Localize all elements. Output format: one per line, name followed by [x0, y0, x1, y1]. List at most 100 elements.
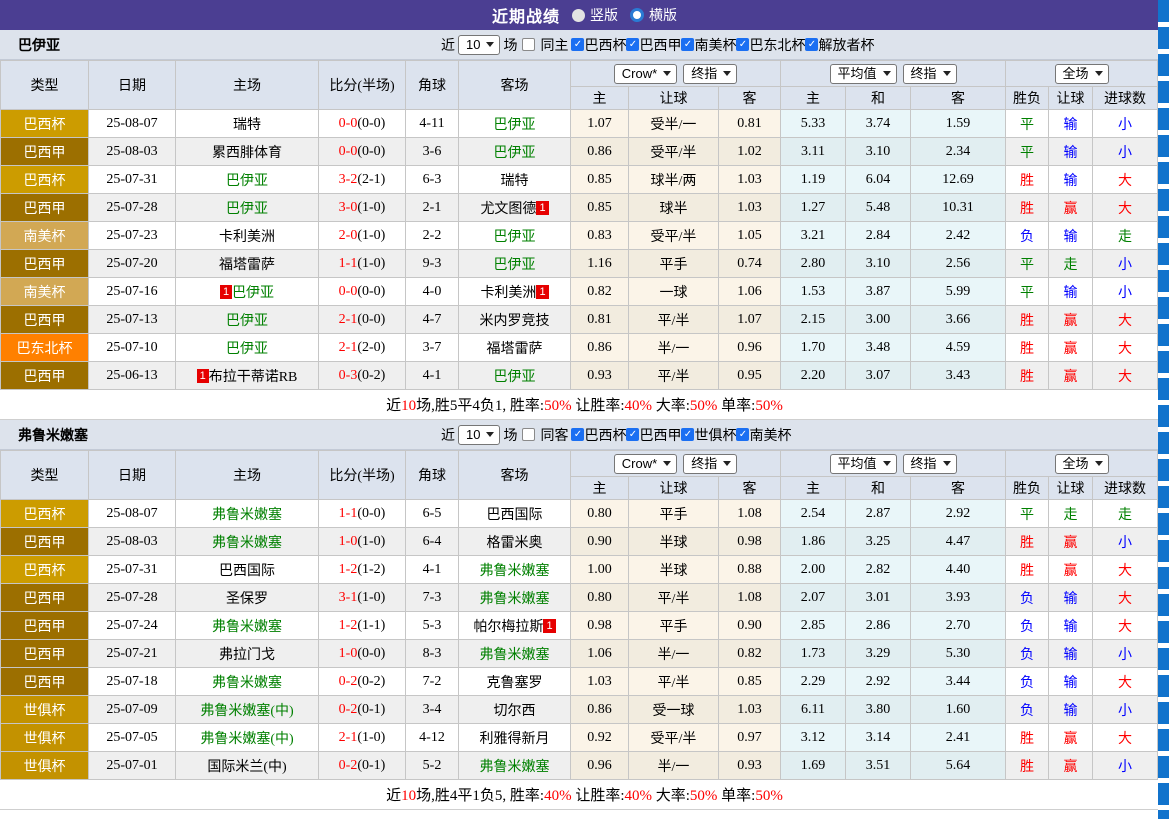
avg-time-select[interactable]: 终指 [903, 64, 957, 84]
radio-selected-icon[interactable] [572, 9, 585, 22]
avg-draw: 2.87 [846, 500, 911, 528]
col-header-away: 客场 [459, 61, 571, 110]
avg-draw: 3.25 [846, 528, 911, 556]
avg-away: 2.42 [911, 222, 1006, 250]
col-header-score: 比分(半场) [319, 451, 406, 500]
avg-away: 5.30 [911, 640, 1006, 668]
match-date: 25-08-07 [89, 500, 176, 528]
league-checkbox[interactable]: ✓ [626, 428, 639, 441]
result-outcome: 平 [1006, 138, 1049, 166]
home-team: 弗鲁米嫩塞 [176, 668, 319, 696]
league-checkbox[interactable]: ✓ [571, 428, 584, 441]
avg-away: 2.92 [911, 500, 1006, 528]
match-date: 25-07-21 [89, 640, 176, 668]
odds-away: 1.05 [719, 222, 781, 250]
league-checkbox[interactable]: ✓ [681, 428, 694, 441]
odds-time-value: 终指 [691, 456, 717, 472]
result-goals: 小 [1093, 138, 1158, 166]
odds-handicap: 半/一 [629, 640, 719, 668]
filters: 近 10 场 同主 ✓巴西杯 ✓巴西甲 ✓南美杯 ✓巴东北杯 ✓解放者杯 [438, 30, 874, 59]
team-name: 卡利美洲 [480, 286, 536, 301]
home-team: 弗拉门戈 [176, 640, 319, 668]
scope-select[interactable]: 全场 [1055, 64, 1109, 84]
team-name: 巴西国际 [487, 508, 543, 523]
league-type-badge: 巴西甲 [1, 306, 89, 334]
league-checkbox[interactable]: ✓ [626, 38, 639, 51]
odds-handicap: 球半/两 [629, 166, 719, 194]
score: 1-0(0-0) [319, 640, 406, 668]
same-venue-checkbox[interactable] [522, 428, 535, 441]
home-team: 累西腓体育 [176, 138, 319, 166]
result-outcome: 胜 [1006, 362, 1049, 390]
team-name: 弗鲁米嫩塞 [480, 564, 550, 579]
col-header-result-goals: 进球数 [1093, 87, 1158, 110]
avg-away: 1.59 [911, 110, 1006, 138]
odds-time-select[interactable]: 终指 [683, 64, 737, 84]
odds-group-header: Crow* 终指 [571, 451, 781, 477]
match-count-select[interactable]: 10 [458, 425, 500, 445]
match-row: 巴东北杯 25-07-10 巴伊亚 2-1(2-0) 3-7 福塔雷萨 0.86… [1, 334, 1158, 362]
summary-stat-value: 40% [625, 788, 653, 804]
col-header-type: 类型 [1, 451, 89, 500]
team-name: 福塔雷萨 [487, 342, 543, 357]
layout-option-horizontal[interactable]: 横版 [630, 5, 677, 25]
score-fulltime: 1-1 [339, 256, 358, 271]
score: 0-3(0-2) [319, 362, 406, 390]
corner-score: 4-11 [406, 110, 459, 138]
summary-stat-label: 近 [386, 398, 401, 414]
home-team: 卡利美洲 [176, 222, 319, 250]
score-halftime: (0-2) [357, 368, 385, 383]
corner-score: 3-4 [406, 696, 459, 724]
col-header-avg-away: 客 [911, 477, 1006, 500]
result-goals: 小 [1093, 752, 1158, 780]
avg-time-select[interactable]: 终指 [903, 454, 957, 474]
team-name: 米内罗竞技 [480, 314, 550, 329]
team-name: 弗鲁米嫩塞 [212, 536, 282, 551]
avg-select[interactable]: 平均值 [830, 64, 897, 84]
home-team: 巴伊亚 [176, 194, 319, 222]
home-team: 巴西国际 [176, 556, 319, 584]
score: 3-0(1-0) [319, 194, 406, 222]
odds-away: 0.97 [719, 724, 781, 752]
chevron-down-icon [486, 432, 494, 437]
odds-away: 1.03 [719, 194, 781, 222]
radio-unselected-icon[interactable] [630, 8, 644, 22]
col-header-odds-handicap: 让球 [629, 87, 719, 110]
match-row: 巴西杯 25-07-31 巴伊亚 3-2(2-1) 6-3 瑞特 0.85 球半… [1, 166, 1158, 194]
odds-home: 1.16 [571, 250, 629, 278]
result-outcome: 胜 [1006, 528, 1049, 556]
avg-away: 3.43 [911, 362, 1006, 390]
avg-away: 5.99 [911, 278, 1006, 306]
scope-select[interactable]: 全场 [1055, 454, 1109, 474]
match-row: 巴西甲 25-08-03 弗鲁米嫩塞 1-0(1-0) 6-4 格雷米奥 0.9… [1, 528, 1158, 556]
odds-time-select[interactable]: 终指 [683, 454, 737, 474]
same-venue-checkbox[interactable] [522, 38, 535, 51]
league-checkbox[interactable]: ✓ [805, 38, 818, 51]
league-checkbox-label: 巴东北杯 [749, 35, 805, 55]
scope-value: 全场 [1063, 66, 1089, 82]
match-count-select[interactable]: 10 [458, 35, 500, 55]
chevron-down-icon [883, 71, 891, 76]
league-type-badge: 世俱杯 [1, 752, 89, 780]
league-checkbox[interactable]: ✓ [681, 38, 694, 51]
result-outcome: 负 [1006, 584, 1049, 612]
avg-draw: 3.01 [846, 584, 911, 612]
right-scrollbar[interactable] [1158, 0, 1169, 819]
corner-score: 4-1 [406, 556, 459, 584]
league-checkbox[interactable]: ✓ [736, 38, 749, 51]
result-handicap: 走 [1049, 500, 1093, 528]
col-header-avg-home: 主 [781, 87, 846, 110]
odds-handicap: 平手 [629, 250, 719, 278]
league-filter-item: ✓巴西杯 [571, 425, 626, 445]
odds-source-select[interactable]: Crow* [614, 454, 677, 474]
corner-score: 7-3 [406, 584, 459, 612]
odds-source-select[interactable]: Crow* [614, 64, 677, 84]
score-halftime: (1-0) [357, 590, 385, 605]
corner-score: 7-2 [406, 668, 459, 696]
avg-select[interactable]: 平均值 [830, 454, 897, 474]
league-checkbox[interactable]: ✓ [571, 38, 584, 51]
league-checkbox[interactable]: ✓ [736, 428, 749, 441]
layout-option-vertical[interactable]: 竖版 [572, 5, 618, 25]
summary-stat-label: 单率: [717, 398, 755, 414]
avg-away: 4.47 [911, 528, 1006, 556]
